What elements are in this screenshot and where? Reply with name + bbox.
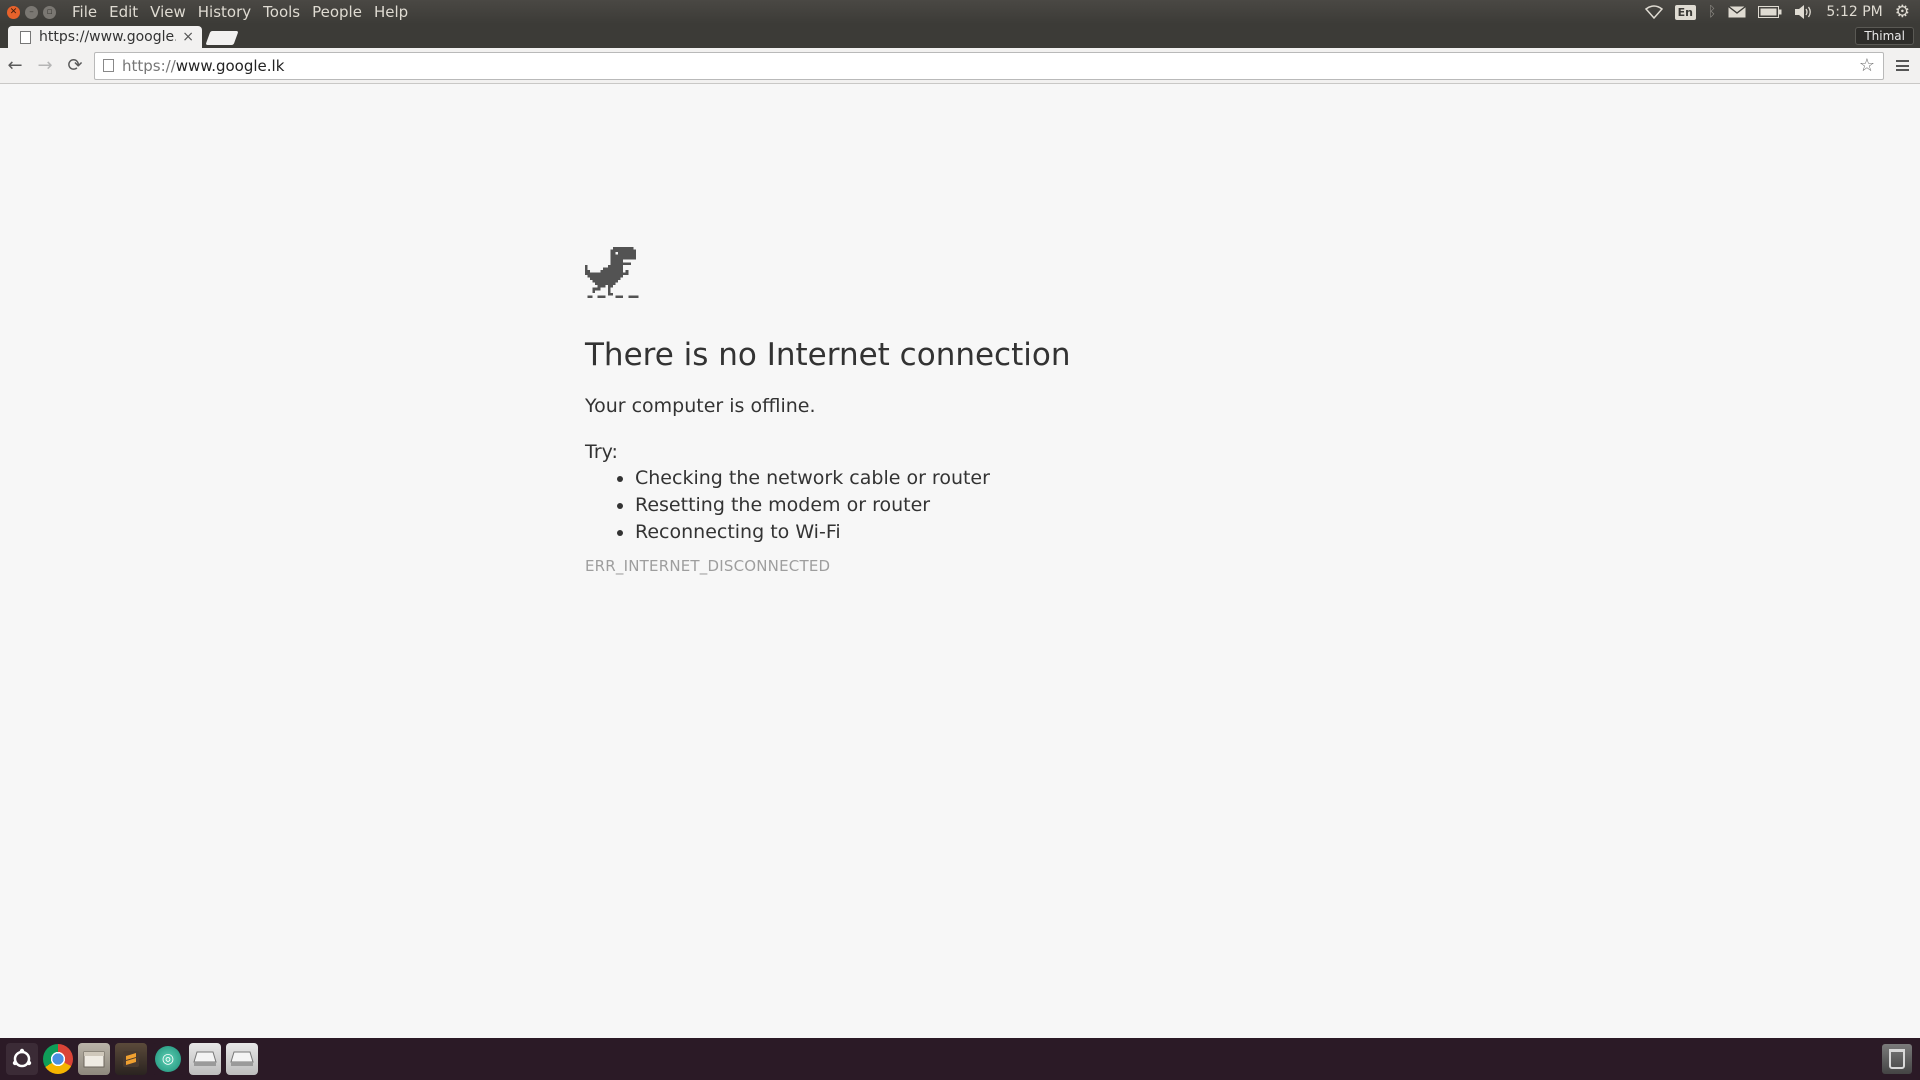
settings-gear-icon[interactable]: ⚙ <box>1895 2 1910 22</box>
tab-active[interactable]: https://www.google.lk × <box>8 26 202 48</box>
volume-icon[interactable] <box>1794 5 1814 19</box>
suggestion-item: Reconnecting to Wi-Fi <box>635 521 1285 543</box>
bluetooth-icon[interactable]: ᛒ <box>1708 4 1716 20</box>
clock[interactable]: 5:12 PM <box>1826 4 1882 20</box>
menu-help[interactable]: Help <box>368 3 414 21</box>
browser-tab-strip: https://www.google.lk × Thimal <box>0 24 1920 48</box>
back-button[interactable]: ← <box>0 51 30 81</box>
app-menubar: File Edit View History Tools People Help <box>66 3 414 21</box>
error-title: There is no Internet connection <box>585 337 1071 373</box>
wifi-icon[interactable] <box>1644 5 1663 19</box>
trash-icon[interactable] <box>1882 1044 1912 1074</box>
dash-icon[interactable] <box>6 1043 38 1075</box>
menu-history[interactable]: History <box>192 3 257 21</box>
new-tab-button[interactable] <box>205 31 239 45</box>
address-bar[interactable]: https:// www.google.lk ☆ <box>94 51 1884 80</box>
mail-icon[interactable] <box>1728 6 1747 18</box>
window-minimize-button[interactable]: – <box>25 5 38 19</box>
error-description: Your computer is offline. <box>585 395 816 417</box>
error-container: There is no Internet connection Your com… <box>585 247 1285 575</box>
tab-close-icon[interactable]: × <box>182 29 194 45</box>
window-maximize-button[interactable]: ▫ <box>43 5 56 19</box>
drive-icon[interactable] <box>226 1043 258 1075</box>
forward-button[interactable]: → <box>30 51 60 81</box>
keyboard-layout-indicator[interactable]: En <box>1674 4 1696 20</box>
chrome-menu-button[interactable] <box>1884 60 1920 71</box>
hamburger-icon <box>1895 60 1909 71</box>
system-indicators: En ᛒ 5:12 PM ⚙ <box>1644 2 1920 22</box>
menu-tools[interactable]: Tools <box>257 3 306 21</box>
page-icon <box>103 59 114 72</box>
suggestion-item: Resetting the modem or router <box>635 494 1285 516</box>
bookmark-star-icon[interactable]: ☆ <box>1859 55 1875 76</box>
sublime-text-icon[interactable] <box>115 1043 147 1075</box>
launcher-bar: ◎ <box>0 1038 1920 1080</box>
reload-button[interactable]: ⟳ <box>60 51 90 81</box>
globe-app-icon[interactable]: ◎ <box>152 1043 184 1075</box>
page-content: There is no Internet connection Your com… <box>0 85 1920 1038</box>
trash-body <box>1889 1049 1905 1069</box>
url-host: www.google.lk <box>175 56 285 75</box>
page-icon <box>20 30 31 44</box>
system-top-panel: ✕ – ▫ File Edit View History Tools Peopl… <box>0 0 1920 24</box>
window-controls: ✕ – ▫ <box>0 5 66 19</box>
browser-toolbar: ← → ⟳ https:// www.google.lk ☆ <box>0 48 1920 84</box>
drive-icon[interactable] <box>189 1043 221 1075</box>
error-code: ERR_INTERNET_DISCONNECTED <box>585 557 831 575</box>
menu-file[interactable]: File <box>66 3 103 21</box>
offline-dino-icon[interactable] <box>585 247 641 303</box>
tab-title: https://www.google.lk <box>39 29 177 45</box>
menu-people[interactable]: People <box>306 3 368 21</box>
files-icon[interactable] <box>78 1043 110 1075</box>
suggestions-list: Checking the network cable or router Res… <box>585 467 1285 543</box>
chrome-icon[interactable] <box>43 1044 73 1074</box>
suggestion-item: Checking the network cable or router <box>635 467 1285 489</box>
battery-icon[interactable] <box>1758 6 1782 18</box>
menu-view[interactable]: View <box>144 3 192 21</box>
url-scheme: https:// <box>122 56 176 75</box>
window-close-button[interactable]: ✕ <box>7 5 20 19</box>
globe-icon: ◎ <box>155 1046 181 1072</box>
try-label: Try: <box>585 441 618 463</box>
menu-edit[interactable]: Edit <box>103 3 144 21</box>
profile-button[interactable]: Thimal <box>1855 27 1914 45</box>
